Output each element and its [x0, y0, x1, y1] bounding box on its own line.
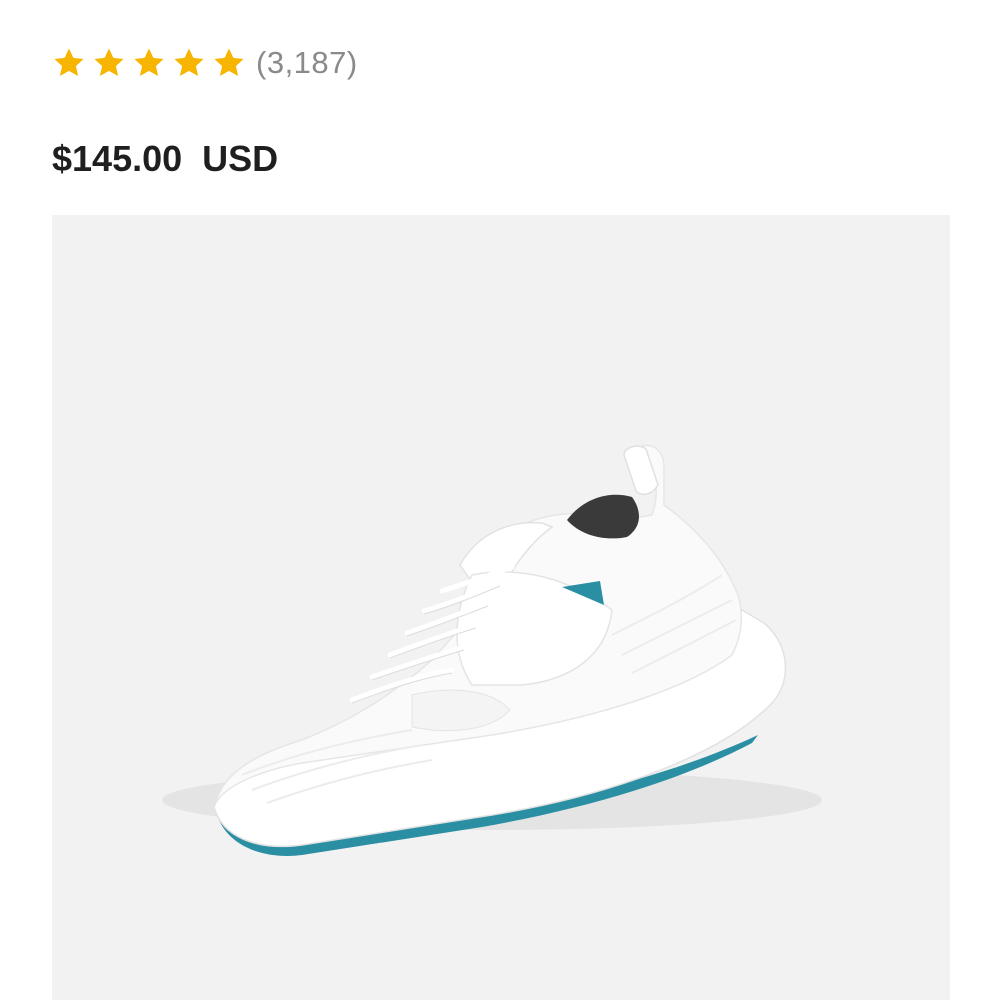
star-icon [214, 48, 244, 77]
product-page: (3,187) $145.00 USD [0, 0, 1000, 1000]
star-icon [174, 48, 204, 77]
product-image[interactable] [52, 215, 950, 1000]
star-icon [94, 48, 124, 77]
review-count[interactable]: (3,187) [256, 45, 358, 81]
price-currency: USD [202, 138, 279, 179]
star-icon [134, 48, 164, 77]
price-amount: $145.00 [52, 138, 183, 179]
product-price: $145.00 USD [52, 134, 278, 184]
star-rating [52, 46, 246, 80]
product-rating[interactable]: (3,187) [52, 42, 358, 84]
shoe-icon [162, 444, 822, 856]
star-icon [54, 48, 84, 77]
